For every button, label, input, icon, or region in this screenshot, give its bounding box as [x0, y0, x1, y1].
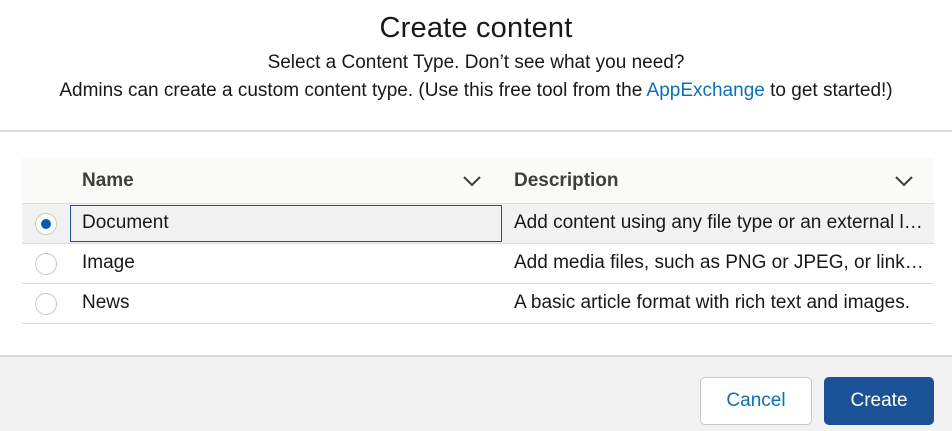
table-header: Name Description	[22, 158, 934, 204]
modal-header: Create content Select a Content Type. Do…	[0, 0, 952, 132]
column-header-name[interactable]: Name	[82, 158, 134, 204]
row-radio-document[interactable]	[35, 213, 57, 235]
row-description: Add content using any file type or an ex…	[514, 212, 924, 233]
chevron-down-icon[interactable]	[462, 173, 482, 189]
table-row[interactable]: News A basic article format with rich te…	[22, 284, 934, 324]
modal-subtitle-line1: Select a Content Type. Don’t see what yo…	[267, 52, 685, 73]
row-radio-image[interactable]	[35, 253, 57, 275]
modal-subtitle-line2: Admins can create a custom content type.…	[0, 80, 952, 102]
row-name: Image	[82, 252, 135, 273]
create-content-modal: Create content Select a Content Type. Do…	[0, 0, 952, 431]
create-button[interactable]: Create	[824, 377, 934, 425]
row-name: News	[82, 292, 130, 313]
subtitle-text-before: Admins can create a custom content type.…	[59, 80, 647, 101]
modal-footer: Cancel Create	[0, 355, 952, 431]
row-radio-news[interactable]	[35, 293, 57, 315]
subtitle-text-after: to get started!)	[764, 80, 893, 101]
chevron-down-icon[interactable]	[894, 173, 914, 189]
modal-title: Create content	[379, 12, 573, 44]
appexchange-link[interactable]: AppExchange	[647, 80, 765, 101]
row-description: Add media files, such as PNG or JPEG, or…	[514, 252, 924, 273]
table-row[interactable]: Document Add content using any file type…	[22, 204, 934, 244]
cancel-button[interactable]: Cancel	[700, 377, 812, 425]
table-row[interactable]: Image Add media files, such as PNG or JP…	[22, 244, 934, 284]
column-header-description[interactable]: Description	[514, 158, 619, 204]
content-type-table: Name Description Document Add content us…	[22, 158, 934, 324]
row-name: Document	[82, 212, 169, 233]
row-description: A basic article format with rich text an…	[514, 292, 910, 313]
